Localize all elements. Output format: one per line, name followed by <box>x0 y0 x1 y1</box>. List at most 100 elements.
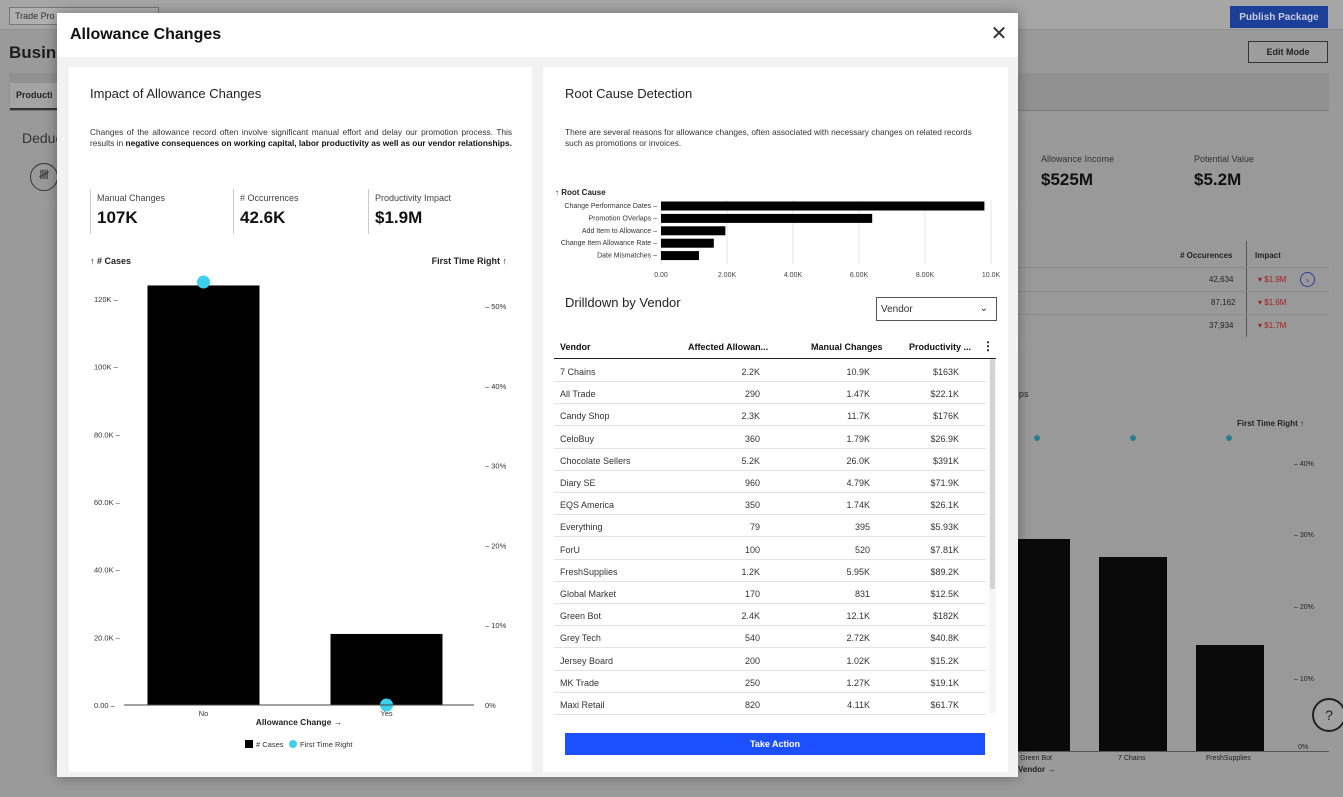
table-row[interactable]: Jersey Board 200 1.02K $15.2K <box>554 649 986 671</box>
chevron-down-icon: ⌄ <box>979 303 988 314</box>
cell-affected: 540 <box>744 633 760 644</box>
table-row[interactable]: 7 Chains 2.2K 10.9K $163K <box>554 360 986 382</box>
cell-productivity: $391K <box>932 455 959 466</box>
table-row[interactable]: Chocolate Sellers 5.2K 26.0K $391K <box>554 449 986 471</box>
cell-productivity: $89.2K <box>930 566 959 577</box>
table-row[interactable]: Grey Tech 540 2.72K $40.8K <box>554 626 986 649</box>
scrollbar-thumb[interactable] <box>990 359 995 589</box>
kpi-label: Manual Changes <box>97 193 166 203</box>
table-row[interactable]: CeloBuy 360 1.79K $26.9K <box>554 427 986 449</box>
table-row[interactable]: Everything 79 395 $5.93K <box>554 515 986 538</box>
chart-bar <box>661 251 699 261</box>
cell-manual: 10.9K <box>846 367 870 377</box>
cell-vendor: Candy Shop <box>560 411 610 422</box>
cell-vendor: 7 Chains <box>560 367 596 377</box>
tick-label: – 40% <box>1294 461 1314 468</box>
cell-productivity: $5.93K <box>930 522 959 533</box>
table-row[interactable]: All Trade 290 1.47K $22.1K <box>554 382 986 405</box>
divider <box>1018 267 1329 268</box>
x-tick-label: 8.00K <box>916 272 935 279</box>
vendor-select[interactable]: Vendor ⌄ <box>876 297 997 321</box>
kpi-value: $1.9M <box>375 208 423 227</box>
x-axis-label: Allowance Change → <box>256 717 342 727</box>
cell-productivity: $12.5K <box>930 589 959 599</box>
x-axis-label: # Cases → <box>953 280 991 282</box>
chart-bar <box>661 238 714 248</box>
cell-affected: 360 <box>744 433 760 444</box>
tick-label: Green Bot <box>1020 755 1052 762</box>
legend-label: First Time Right <box>300 740 353 749</box>
cell-affected: 2.2K <box>741 367 760 377</box>
table-row[interactable]: EQS America 350 1.74K $26.1K <box>554 493 986 516</box>
kpi-label: # Occurrences <box>240 193 299 203</box>
chart-bar <box>330 633 443 705</box>
cell-productivity: $15.2K <box>930 655 959 666</box>
cell-vendor: Global Market <box>560 589 617 599</box>
table-row[interactable]: ForU 100 520 $7.81K <box>554 538 986 560</box>
y-tick-label-right: – 20% <box>485 541 507 550</box>
table-row[interactable]: Global Market 170 831 $12.5K <box>554 582 986 604</box>
take-action-button[interactable]: Take Action <box>565 733 985 755</box>
table-row[interactable]: Candy Shop 2.3K 11.7K $176K <box>554 404 986 427</box>
cell-affected: 350 <box>744 500 760 511</box>
table-cell: 37,934 <box>1209 321 1234 330</box>
allowance-change-chart: ↑ # Cases First Time Right ↑ 120K – 100K – 8… <box>90 256 507 749</box>
cell-manual: 520 <box>854 544 870 555</box>
y-axis-label-left: ↑ # Cases <box>90 256 131 266</box>
cell-productivity: $19.1K <box>930 677 959 688</box>
x-tick-label: No <box>199 709 209 718</box>
kpi-value: $5.2M <box>1194 170 1242 189</box>
modal-header: Allowance Changes ✕ <box>57 13 1018 57</box>
table-row[interactable]: Diary SE 960 4.79K $71.9K <box>554 471 986 493</box>
y-tick-label-left: 40.0K – <box>94 566 121 575</box>
help-icon[interactable]: ? <box>1312 698 1343 732</box>
cell-affected: 2.3K <box>741 411 760 422</box>
cell-productivity: $26.1K <box>930 500 959 511</box>
impact-badge: ▾ $1.7M <box>1258 321 1287 330</box>
cell-vendor: FreshSupplies <box>560 566 618 577</box>
chevron-right-icon[interactable]: › <box>1300 272 1315 287</box>
tick-label: 7 Chains <box>1118 755 1146 762</box>
table-row[interactable]: Maxi Retail 820 4.11K $61.7K <box>554 693 986 715</box>
series-point <box>1034 435 1040 441</box>
cell-vendor: MK Trade <box>560 677 600 688</box>
column-header-manual[interactable]: Manual Changes <box>811 342 883 352</box>
table-row[interactable]: Green Bot 2.4K 12.1K $182K <box>554 604 986 627</box>
tab-fragment: ps <box>1019 389 1029 399</box>
cell-manual: 1.47K <box>846 389 870 400</box>
y-tick-label-right: – 30% <box>485 462 507 471</box>
cell-vendor: ForU <box>560 544 580 555</box>
tick-label: – 10% <box>1294 676 1314 683</box>
edit-mode-button[interactable]: Edit Mode <box>1248 41 1328 63</box>
x-tick-label: 4.00K <box>784 272 803 279</box>
column-header-vendor[interactable]: Vendor <box>560 342 591 352</box>
close-icon[interactable]: ✕ <box>990 24 1008 44</box>
table-cell: 42,634 <box>1209 275 1234 284</box>
series-point <box>1226 435 1232 441</box>
cell-vendor: Green Bot <box>560 611 602 622</box>
cell-manual: 831 <box>854 589 870 599</box>
cell-affected: 200 <box>744 655 760 666</box>
y-tick-label-right: 0% <box>485 701 496 710</box>
legend-label: # Cases <box>256 740 284 749</box>
cell-manual: 4.79K <box>846 478 870 488</box>
y-tick-label-right: – 10% <box>485 621 507 630</box>
cell-manual: 12.1K <box>846 611 870 622</box>
column-header-affected[interactable]: Affected Allowan... <box>688 342 768 352</box>
table-row[interactable]: FreshSupplies 1.2K 5.95K $89.2K <box>554 560 986 582</box>
tick-label: FreshSupplies <box>1206 755 1251 762</box>
x-tick-label: 2.00K <box>718 272 737 279</box>
table-header: Impact <box>1255 251 1281 260</box>
panel-title: Root Cause Detection <box>565 86 693 101</box>
more-options-icon[interactable]: ⋮ <box>982 339 994 353</box>
kpi-productivity-impact: Productivity Impact $1.9M <box>368 189 508 234</box>
kpi-label: Potential Value <box>1194 154 1254 164</box>
cell-productivity: $40.8K <box>930 633 959 644</box>
kpi-manual-changes: Manual Changes 107K <box>90 189 230 234</box>
publish-package-button[interactable]: Publish Package <box>1230 6 1328 28</box>
root-cause-panel: Root Cause Detection There are several r… <box>543 67 1008 772</box>
chart-bar <box>661 226 726 236</box>
column-header-productivity[interactable]: Productivity ... <box>909 342 971 352</box>
cell-manual: 1.02K <box>846 655 870 666</box>
table-row[interactable]: MK Trade 250 1.27K $19.1K <box>554 671 986 693</box>
